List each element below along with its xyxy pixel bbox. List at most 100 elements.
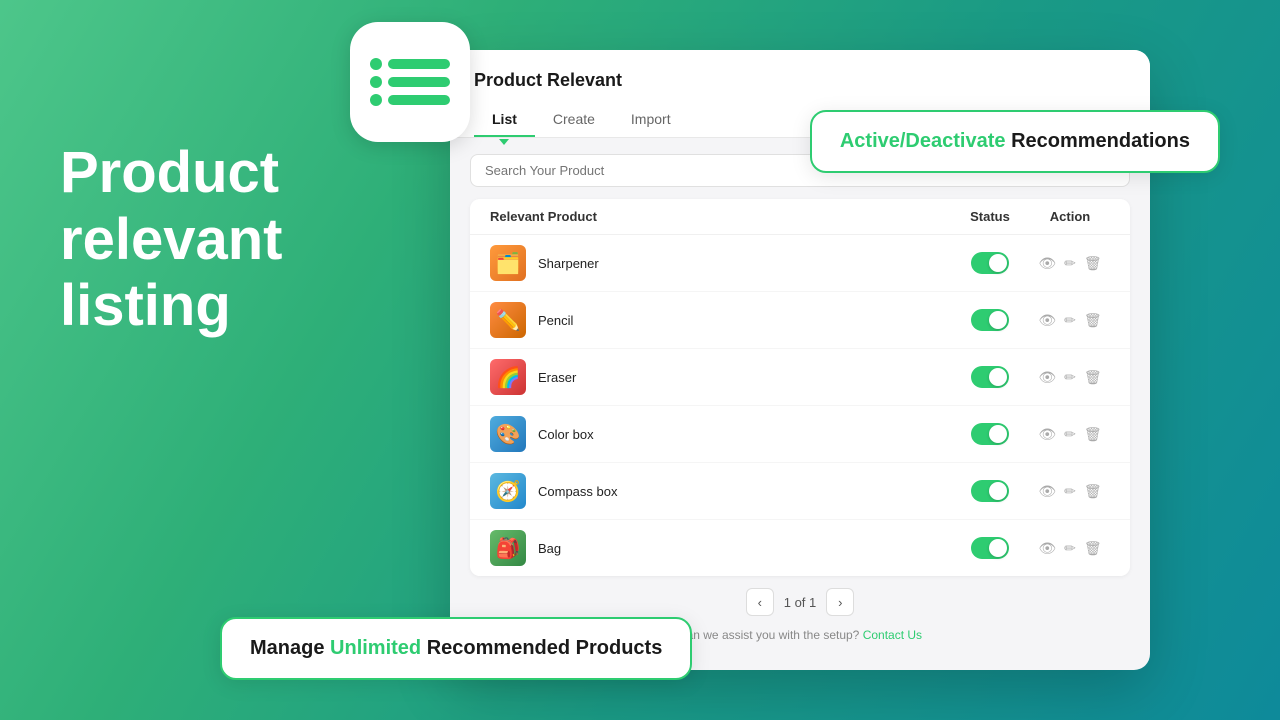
delete-icon[interactable]: 🗑 xyxy=(1084,312,1102,329)
action-wrap: 👁 ✏ 🗑 xyxy=(1030,255,1110,272)
status-toggle[interactable] xyxy=(971,423,1009,445)
hero-line3: listing xyxy=(60,273,282,340)
product-info: 🌈 Eraser xyxy=(490,359,950,395)
callout-bottom-unlimited: Unlimited xyxy=(330,637,421,659)
product-thumb-emoji: 🎒 xyxy=(496,536,521,561)
edit-icon[interactable]: ✏ xyxy=(1064,540,1076,557)
callout-bottom-recommended: Recommended xyxy=(427,637,570,659)
table-rows: 🗂️ Sharpener 👁 ✏ 🗑 ✏️ Pencil xyxy=(470,235,1130,576)
callout-top-green: Active/Deactivate xyxy=(840,130,1006,152)
callout-manage-unlimited: Manage Unlimited Recommended Products xyxy=(220,617,692,680)
table-row: 🎒 Bag 👁 ✏ 🗑 xyxy=(470,520,1130,576)
app-icon xyxy=(350,22,470,142)
product-name: Color box xyxy=(538,427,594,442)
product-name: Sharpener xyxy=(538,256,599,271)
product-info: 🧭 Compass box xyxy=(490,473,950,509)
next-page-button[interactable]: › xyxy=(826,588,854,616)
status-toggle-wrap xyxy=(950,366,1030,388)
delete-icon[interactable]: 🗑 xyxy=(1084,540,1102,557)
action-wrap: 👁 ✏ 🗑 xyxy=(1030,369,1110,386)
status-toggle[interactable] xyxy=(971,252,1009,274)
icon-line xyxy=(388,77,450,87)
action-wrap: 👁 ✏ 🗑 xyxy=(1030,312,1110,329)
view-icon[interactable]: 👁 xyxy=(1038,483,1056,500)
table-row: ✏️ Pencil 👁 ✏ 🗑 xyxy=(470,292,1130,349)
product-name: Compass box xyxy=(538,484,617,499)
table-header: Relevant Product Status Action xyxy=(470,199,1130,235)
product-info: ✏️ Pencil xyxy=(490,302,950,338)
status-toggle[interactable] xyxy=(971,537,1009,559)
status-toggle[interactable] xyxy=(971,309,1009,331)
product-thumbnail: ✏️ xyxy=(490,302,526,338)
product-thumbnail: 🎒 xyxy=(490,530,526,566)
table-row: 🌈 Eraser 👁 ✏ 🗑 xyxy=(470,349,1130,406)
icon-bar-1 xyxy=(370,58,450,70)
icon-circle xyxy=(370,76,382,88)
icon-bar-3 xyxy=(370,94,450,106)
delete-icon[interactable]: 🗑 xyxy=(1084,369,1102,386)
status-toggle-wrap xyxy=(950,252,1030,274)
product-name: Eraser xyxy=(538,370,576,385)
delete-icon[interactable]: 🗑 xyxy=(1084,426,1102,443)
view-icon[interactable]: 👁 xyxy=(1038,255,1056,272)
col-header-action: Action xyxy=(1030,209,1110,224)
action-wrap: 👁 ✏ 🗑 xyxy=(1030,426,1110,443)
product-info: 🎒 Bag xyxy=(490,530,950,566)
status-toggle-wrap xyxy=(950,480,1030,502)
product-thumbnail: 🧭 xyxy=(490,473,526,509)
page-info: 1 of 1 xyxy=(784,595,817,610)
product-thumb-emoji: ✏️ xyxy=(496,308,521,333)
callout-active-deactivate: Active/Deactivate Recommendations xyxy=(810,110,1220,173)
table-row: 🎨 Color box 👁 ✏ 🗑 xyxy=(470,406,1130,463)
product-name: Bag xyxy=(538,541,561,556)
table-row: 🧭 Compass box 👁 ✏ 🗑 xyxy=(470,463,1130,520)
tab-list[interactable]: List xyxy=(474,103,535,137)
product-thumb-emoji: 🎨 xyxy=(496,422,521,447)
view-icon[interactable]: 👁 xyxy=(1038,426,1056,443)
hero-line2: relevant xyxy=(60,207,282,274)
tab-import[interactable]: Import xyxy=(613,103,689,137)
edit-icon[interactable]: ✏ xyxy=(1064,255,1076,272)
view-icon[interactable]: 👁 xyxy=(1038,540,1056,557)
callout-bottom-manage: Manage xyxy=(250,637,324,659)
icon-line xyxy=(388,95,450,105)
col-header-status: Status xyxy=(950,209,1030,224)
view-icon[interactable]: 👁 xyxy=(1038,369,1056,386)
product-thumbnail: 🌈 xyxy=(490,359,526,395)
icon-circle xyxy=(370,58,382,70)
icon-bar-2 xyxy=(370,76,450,88)
edit-icon[interactable]: ✏ xyxy=(1064,426,1076,443)
edit-icon[interactable]: ✏ xyxy=(1064,312,1076,329)
product-thumbnail: 🗂️ xyxy=(490,245,526,281)
product-name: Pencil xyxy=(538,313,573,328)
action-wrap: 👁 ✏ 🗑 xyxy=(1030,483,1110,500)
product-info: 🗂️ Sharpener xyxy=(490,245,950,281)
icon-circle xyxy=(370,94,382,106)
product-table: Relevant Product Status Action 🗂️ Sharpe… xyxy=(470,199,1130,576)
status-toggle[interactable] xyxy=(971,480,1009,502)
prev-page-button[interactable]: ‹ xyxy=(746,588,774,616)
hero-line1: Product xyxy=(60,140,282,207)
product-thumb-emoji: 🗂️ xyxy=(496,251,521,276)
edit-icon[interactable]: ✏ xyxy=(1064,483,1076,500)
status-toggle-wrap xyxy=(950,423,1030,445)
icon-line xyxy=(388,59,450,69)
tab-indicator xyxy=(499,139,509,145)
edit-icon[interactable]: ✏ xyxy=(1064,369,1076,386)
action-wrap: 👁 ✏ 🗑 xyxy=(1030,540,1110,557)
callout-bottom-products: Products xyxy=(576,637,663,659)
panel-title: Product Relevant xyxy=(474,70,1126,91)
contact-us-link[interactable]: Contact Us xyxy=(863,628,922,642)
view-icon[interactable]: 👁 xyxy=(1038,312,1056,329)
panel-body: Relevant Product Status Action 🗂️ Sharpe… xyxy=(450,138,1150,666)
status-toggle-wrap xyxy=(950,537,1030,559)
tab-create[interactable]: Create xyxy=(535,103,613,137)
table-row: 🗂️ Sharpener 👁 ✏ 🗑 xyxy=(470,235,1130,292)
delete-icon[interactable]: 🗑 xyxy=(1084,255,1102,272)
status-toggle[interactable] xyxy=(971,366,1009,388)
product-thumbnail: 🎨 xyxy=(490,416,526,452)
delete-icon[interactable]: 🗑 xyxy=(1084,483,1102,500)
status-toggle-wrap xyxy=(950,309,1030,331)
product-thumb-emoji: 🧭 xyxy=(496,479,521,504)
product-info: 🎨 Color box xyxy=(490,416,950,452)
